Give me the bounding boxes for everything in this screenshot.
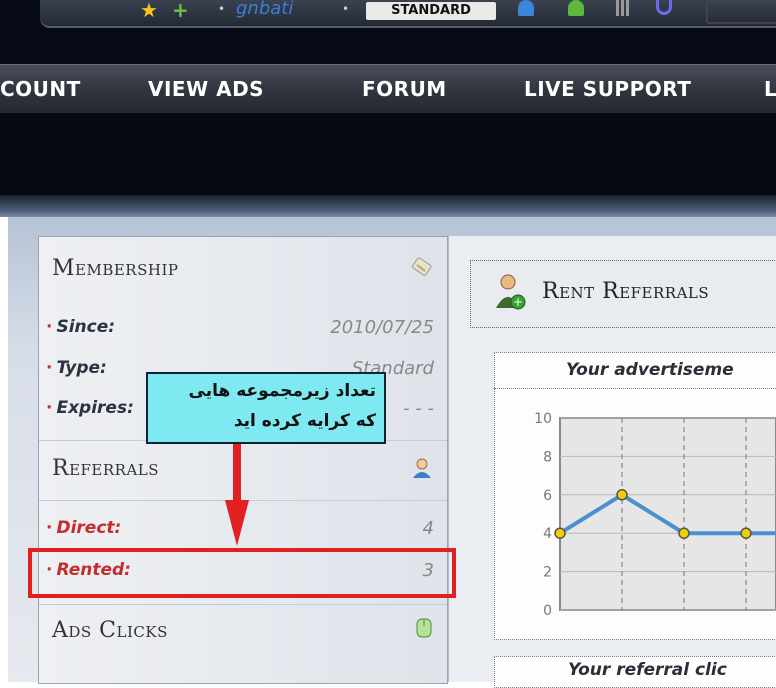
chart-data-point: [616, 489, 628, 501]
chart-data-point: [740, 527, 752, 539]
referral-icon[interactable]: [568, 0, 584, 16]
annotation-arrow-head: [225, 500, 249, 546]
chart-y-tick-label: 2: [543, 565, 552, 581]
header-gradient: [0, 195, 776, 217]
username-link[interactable]: gnbati: [236, 0, 293, 19]
annotation-line-1: تعداد زیرمجموعه هایی: [188, 381, 376, 401]
plus-icon[interactable]: +: [172, 0, 189, 20]
nav-item-live-support[interactable]: LIVE SUPPORT: [524, 77, 691, 101]
expires-value: - - -: [403, 398, 434, 419]
top-strip: ★ + • gnbati • STANDARD: [0, 0, 776, 64]
chart-y-tick-label: 6: [543, 488, 552, 504]
rent-referrals-icon: +: [496, 274, 526, 310]
star-icon[interactable]: ★: [140, 0, 158, 20]
nav-item-view-ads[interactable]: VIEW ADS: [148, 77, 264, 101]
chart-data-point: [678, 527, 690, 539]
since-label: Since:: [56, 317, 116, 337]
annotation-line-2: که کرایه کرده اید: [233, 411, 376, 431]
main-nav: COUNT VIEW ADS FORUM LIVE SUPPORT L: [0, 64, 776, 114]
stats-icon[interactable]: [616, 0, 630, 16]
referral-chart-title: Your referral clic: [568, 660, 727, 680]
membership-since-row: · Since: 2010/07/25: [46, 317, 438, 341]
bullet: ·: [46, 317, 53, 337]
bullet: ·: [46, 358, 53, 378]
rent-referrals-title[interactable]: Rent Referrals: [542, 279, 709, 304]
nav-item-more[interactable]: L: [764, 77, 776, 101]
chart-y-tick-label: 10: [534, 411, 552, 427]
user-icon[interactable]: [518, 0, 534, 16]
membership-title: Membership: [52, 256, 179, 281]
advertisement-chart: 0 2 4 6 8 10: [534, 411, 776, 619]
bullet: ·: [46, 398, 53, 418]
direct-value: 4: [422, 518, 434, 539]
chart-y-tick-label: 4: [543, 526, 552, 542]
annotation-callout: تعداد زیرمجموعه هایی که کرایه کرده اید: [146, 372, 386, 444]
chart-y-tick-label: 8: [543, 449, 552, 465]
direct-label[interactable]: Direct:: [56, 518, 121, 538]
nav-item-account[interactable]: COUNT: [0, 77, 81, 101]
rented-highlight-box: [28, 548, 456, 598]
mouse-icon: [416, 618, 432, 638]
membership-badge: STANDARD: [366, 2, 496, 20]
logout-icon[interactable]: [706, 0, 776, 24]
type-label: Type:: [56, 358, 107, 378]
ads-clicks-title: Ads Clicks: [52, 618, 168, 643]
svg-text:+: +: [513, 295, 523, 309]
chart-title: Your advertiseme: [494, 352, 776, 389]
referrals-title: Referrals: [52, 456, 160, 481]
annotation-arrow: [233, 444, 241, 504]
nav-item-forum[interactable]: FORUM: [362, 77, 447, 101]
membership-card-icon: [412, 257, 432, 276]
separator-dot: •: [218, 2, 226, 16]
since-value: 2010/07/25: [330, 317, 434, 338]
person-icon: [413, 458, 431, 478]
bullet: ·: [46, 518, 53, 538]
header-band: [0, 113, 776, 195]
expires-label: Expires:: [56, 398, 134, 418]
chart-y-tick-label: 0: [543, 603, 552, 619]
separator-dot: •: [342, 2, 350, 16]
chart-data-point: [554, 527, 566, 539]
divider: [39, 604, 447, 605]
